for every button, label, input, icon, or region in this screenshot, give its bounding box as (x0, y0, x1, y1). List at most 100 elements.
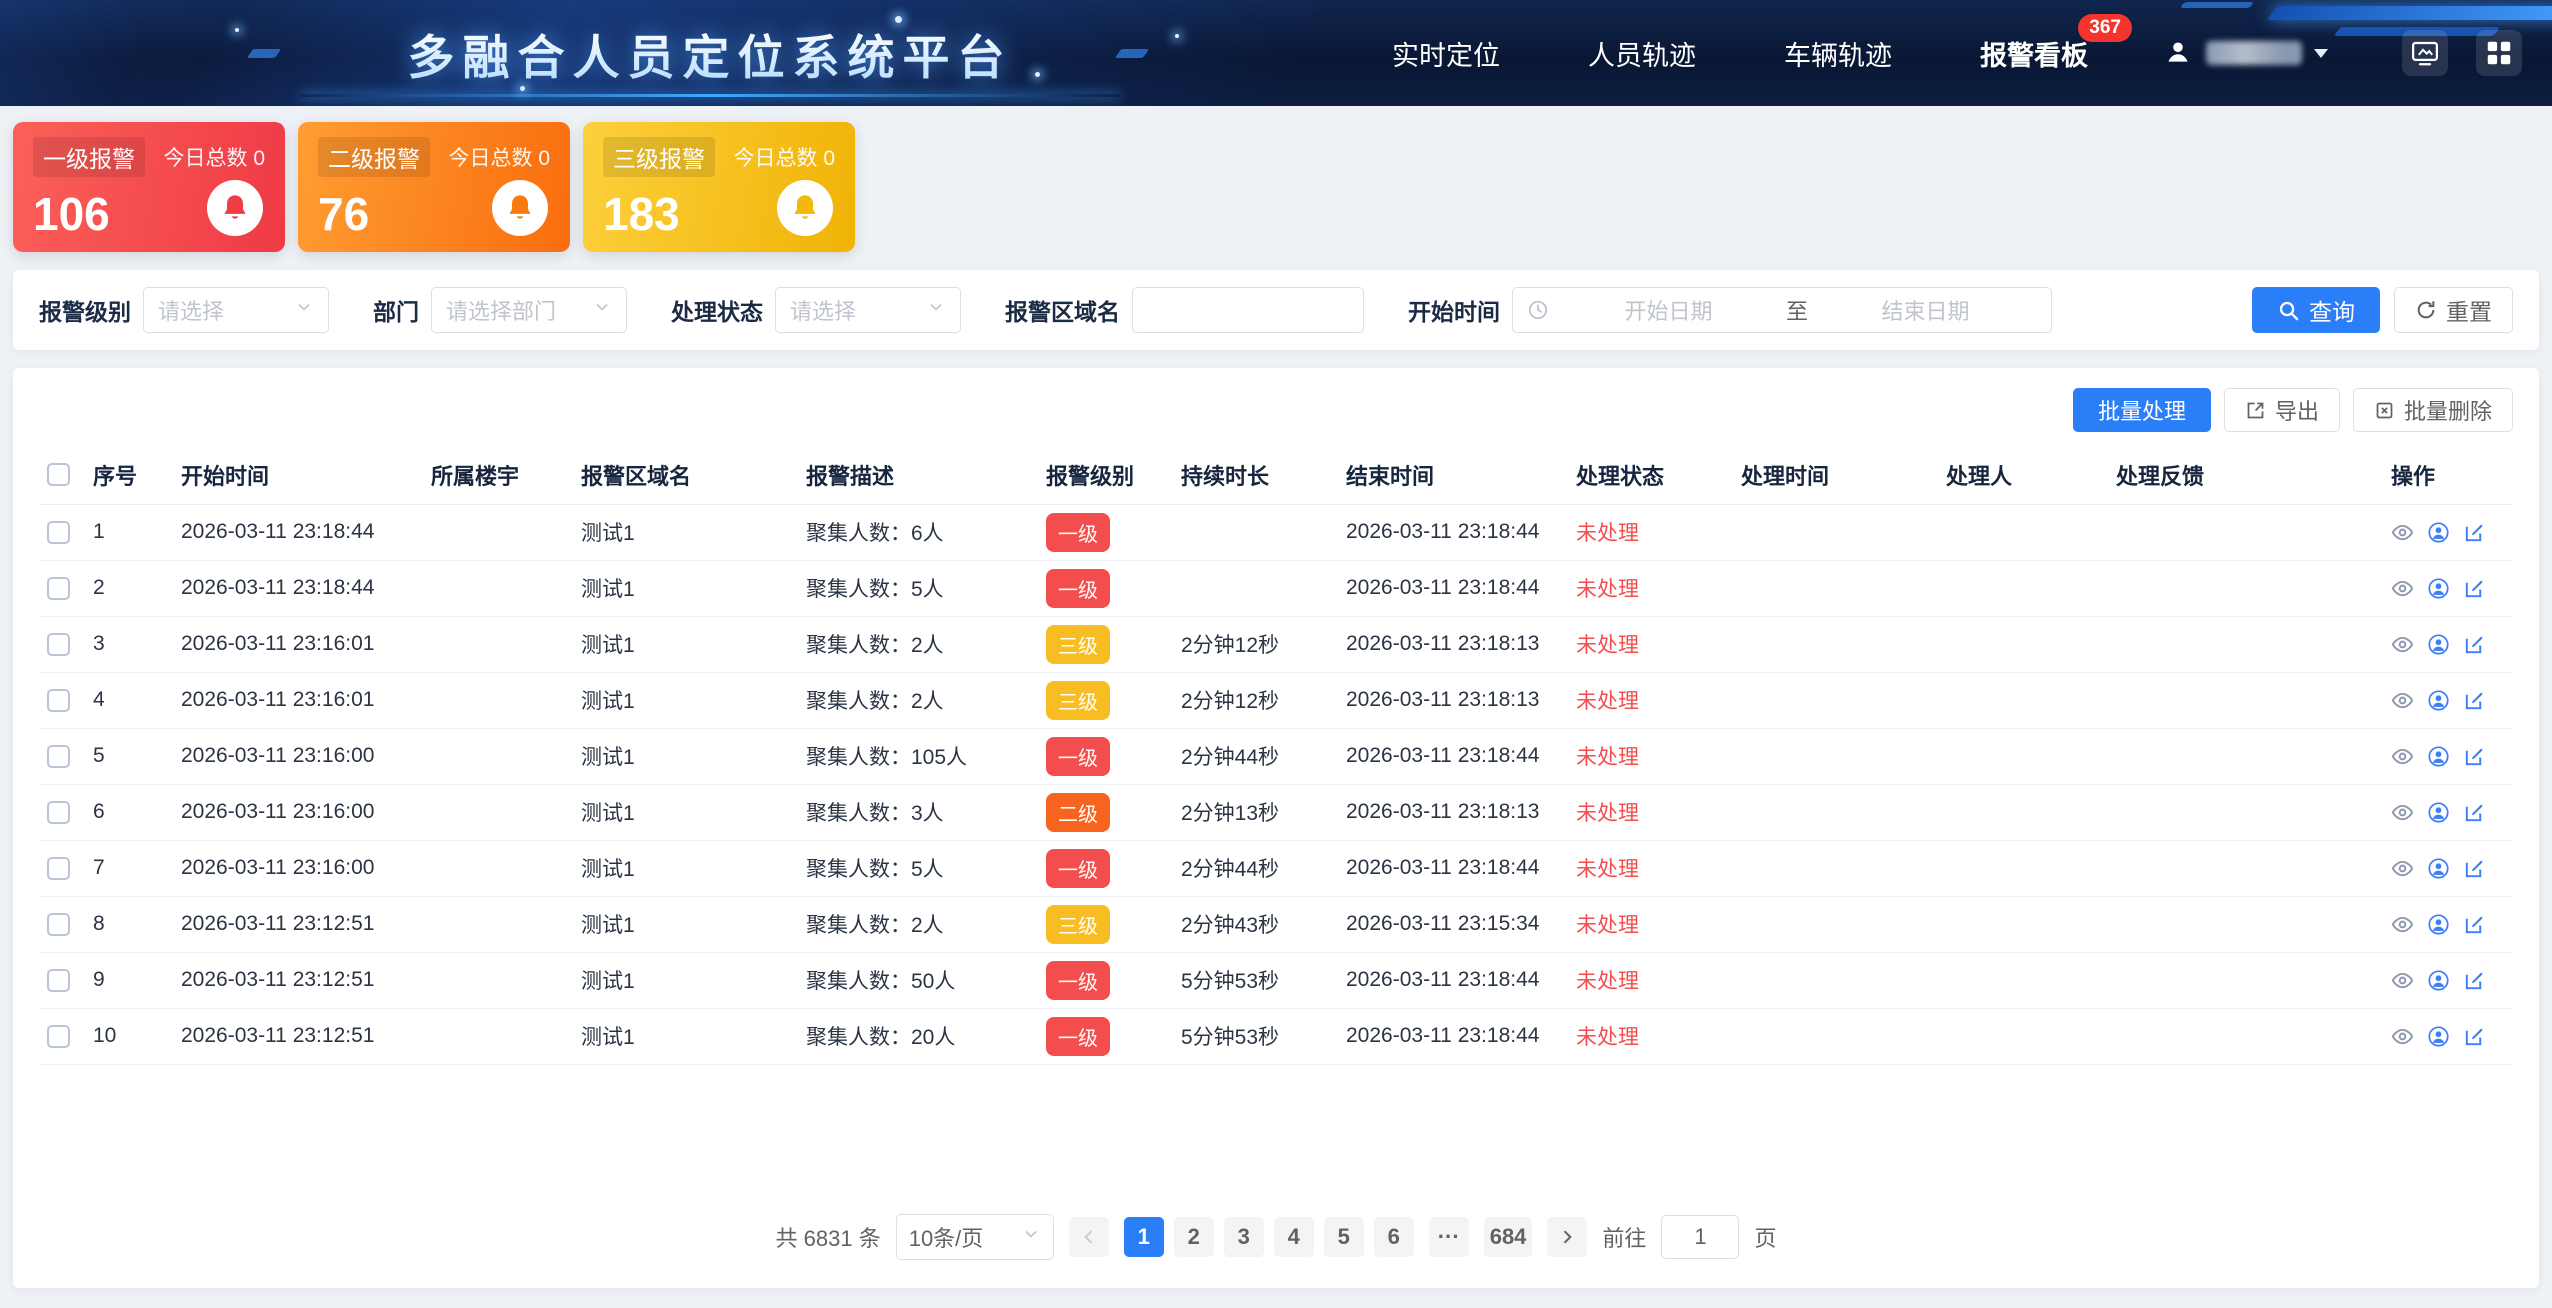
row-checkbox[interactable] (47, 1025, 70, 1048)
row-operations (2391, 857, 2505, 880)
prev-page-button[interactable] (1069, 1217, 1109, 1257)
cell-handle-time (1733, 1008, 1938, 1064)
goto-page-input[interactable] (1661, 1215, 1739, 1259)
locate-person-icon[interactable] (2427, 633, 2450, 656)
page-number-button[interactable]: 5 (1324, 1217, 1364, 1257)
row-checkbox[interactable] (47, 633, 70, 656)
edit-icon[interactable] (2463, 689, 2486, 712)
page-number-button[interactable]: 3 (1224, 1217, 1264, 1257)
select-all-checkbox[interactable] (47, 463, 70, 486)
area-name-input[interactable] (1132, 287, 1364, 333)
view-icon[interactable] (2391, 577, 2414, 600)
nav-realtime-location[interactable]: 实时定位 (1392, 34, 1500, 73)
department-select[interactable]: 请选择部门 (431, 287, 627, 333)
export-button[interactable]: 导出 (2224, 388, 2340, 432)
edit-icon[interactable] (2463, 521, 2486, 544)
last-page-button[interactable]: 684 (1484, 1217, 1533, 1257)
page-number-button[interactable]: 6 (1374, 1217, 1414, 1257)
handle-status-select[interactable]: 请选择 (775, 287, 961, 333)
alarm-level-select[interactable]: 请选择 (143, 287, 329, 333)
edit-icon[interactable] (2463, 1025, 2486, 1048)
nav-person-track[interactable]: 人员轨迹 (1588, 34, 1696, 73)
cell-handle-time (1733, 952, 1938, 1008)
view-icon[interactable] (2391, 801, 2414, 824)
edit-icon[interactable] (2463, 857, 2486, 880)
col-level: 报警级别 (1038, 446, 1173, 504)
total-count: 共 6831 条 (776, 1221, 881, 1253)
locate-person-icon[interactable] (2427, 969, 2450, 992)
header-decoration (1175, 34, 1179, 38)
row-checkbox[interactable] (47, 969, 70, 992)
view-icon[interactable] (2391, 969, 2414, 992)
locate-person-icon[interactable] (2427, 913, 2450, 936)
nav-alarm-board[interactable]: 报警看板 367 (1980, 34, 2088, 73)
cell-handle-time (1733, 560, 1938, 616)
edit-icon[interactable] (2463, 969, 2486, 992)
view-icon[interactable] (2391, 1025, 2414, 1048)
locate-person-icon[interactable] (2427, 857, 2450, 880)
view-icon[interactable] (2391, 521, 2414, 544)
page-number-button[interactable]: 2 (1174, 1217, 1214, 1257)
row-checkbox[interactable] (47, 689, 70, 712)
date-range-picker[interactable]: 开始日期 至 结束日期 (1512, 287, 2052, 333)
view-icon[interactable] (2391, 857, 2414, 880)
row-checkbox[interactable] (47, 857, 70, 880)
cell-end-time: 2026-03-11 23:18:13 (1338, 784, 1568, 840)
next-page-button[interactable] (1547, 1217, 1587, 1257)
search-button[interactable]: 查询 (2252, 287, 2380, 333)
cell-building (423, 728, 573, 784)
reset-button[interactable]: 重置 (2394, 287, 2513, 333)
user-menu[interactable] (2162, 35, 2328, 72)
more-pages-button[interactable]: ··· (1429, 1217, 1469, 1257)
batch-process-button[interactable]: 批量处理 (2073, 388, 2211, 432)
main-nav: 实时定位 人员轨迹 车辆轨迹 报警看板 367 (1392, 34, 2088, 73)
apps-grid-icon[interactable] (2476, 30, 2522, 76)
app-header: 多融合人员定位系统平台 实时定位 人员轨迹 车辆轨迹 报警看板 367 (0, 0, 2552, 106)
cell-no: 7 (85, 840, 173, 896)
edit-icon[interactable] (2463, 913, 2486, 936)
page-size-select[interactable]: 10条/页 (896, 1214, 1054, 1260)
view-icon[interactable] (2391, 633, 2414, 656)
table-row: 9 2026-03-11 23:12:51 测试1 聚集人数：50人 一级 5分… (39, 952, 2513, 1008)
search-icon (2277, 299, 2300, 322)
edit-icon[interactable] (2463, 633, 2486, 656)
view-icon[interactable] (2391, 913, 2414, 936)
edit-icon[interactable] (2463, 801, 2486, 824)
page-number-button[interactable]: 4 (1274, 1217, 1314, 1257)
page-number-button[interactable]: 1 (1124, 1217, 1164, 1257)
batch-delete-button[interactable]: 批量删除 (2353, 388, 2513, 432)
cell-feedback (2108, 1008, 2383, 1064)
locate-person-icon[interactable] (2427, 577, 2450, 600)
chevron-down-icon (1021, 1224, 1041, 1250)
cell-end-time: 2026-03-11 23:18:44 (1338, 728, 1568, 784)
alarm-count-badge: 367 (2078, 14, 2132, 43)
edit-icon[interactable] (2463, 577, 2486, 600)
locate-person-icon[interactable] (2427, 1025, 2450, 1048)
col-handle-time: 处理时间 (1733, 446, 1938, 504)
table-toolbar: 批量处理 导出 批量删除 (39, 388, 2513, 432)
locate-person-icon[interactable] (2427, 745, 2450, 768)
date-end-placeholder: 结束日期 (1814, 294, 2037, 326)
chevron-down-icon (2314, 49, 2328, 58)
locate-person-icon[interactable] (2427, 521, 2450, 544)
cell-area: 测试1 (573, 1008, 798, 1064)
cell-area: 测试1 (573, 784, 798, 840)
screen-icon[interactable] (2402, 30, 2448, 76)
cell-status: 未处理 (1568, 504, 1733, 560)
view-icon[interactable] (2391, 689, 2414, 712)
export-label: 导出 (2275, 394, 2319, 426)
locate-person-icon[interactable] (2427, 801, 2450, 824)
cell-start-time: 2026-03-11 23:18:44 (173, 504, 423, 560)
filter-actions: 查询 重置 (2252, 287, 2513, 333)
nav-vehicle-track[interactable]: 车辆轨迹 (1784, 34, 1892, 73)
locate-person-icon[interactable] (2427, 689, 2450, 712)
cell-status: 未处理 (1568, 1008, 1733, 1064)
row-checkbox[interactable] (47, 801, 70, 824)
edit-icon[interactable] (2463, 745, 2486, 768)
alarm-level-badge: 二级 (1046, 793, 1110, 832)
view-icon[interactable] (2391, 745, 2414, 768)
row-checkbox[interactable] (47, 745, 70, 768)
row-checkbox[interactable] (47, 577, 70, 600)
row-checkbox[interactable] (47, 913, 70, 936)
row-checkbox[interactable] (47, 521, 70, 544)
